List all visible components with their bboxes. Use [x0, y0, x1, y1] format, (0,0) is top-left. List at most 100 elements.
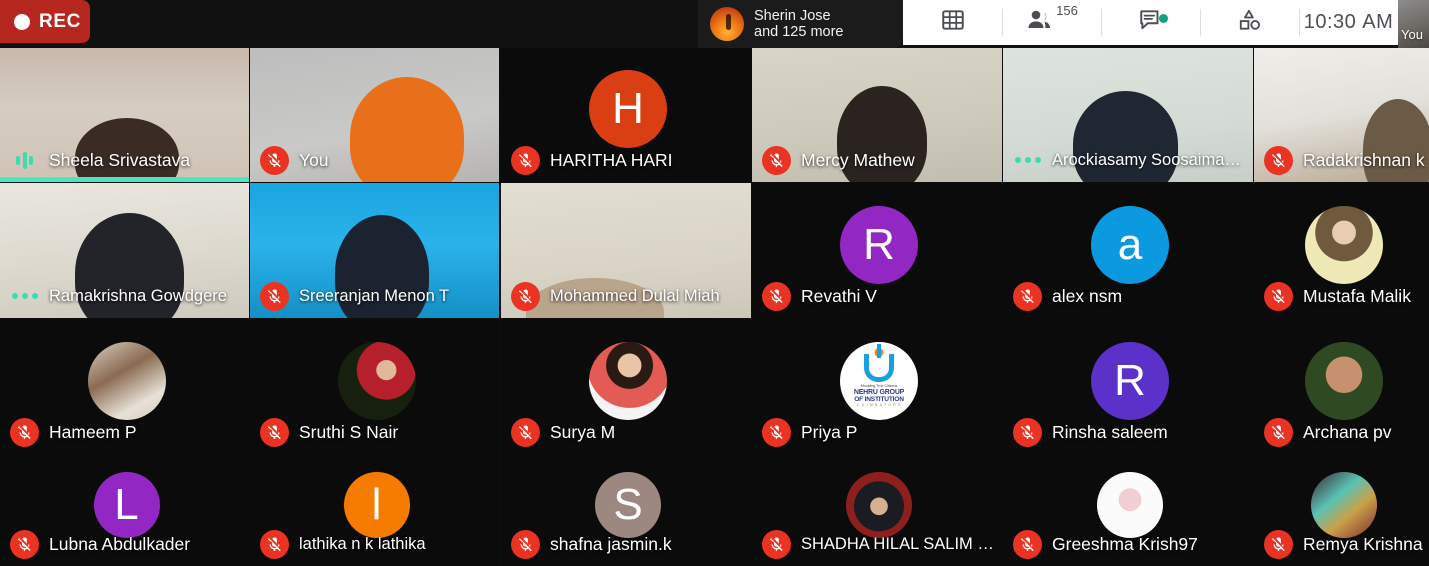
participant-avatar-photo [1304, 341, 1383, 420]
participant-video [501, 183, 751, 318]
participant-avatar-initial: S [595, 471, 661, 538]
participant-avatar-logo: Moulding True Citizens NEHRU GROUP OF INST… [840, 341, 918, 420]
participant-avatar-photo [337, 341, 416, 420]
participant-tile[interactable]: Sheela Srivastava [0, 48, 249, 182]
chat-button[interactable] [1101, 0, 1200, 45]
participant-video [0, 183, 249, 318]
participant-tile[interactable]: Radakrishnan k [1254, 48, 1429, 182]
participant-avatar-initial: R [840, 205, 918, 284]
participant-tile[interactable]: Hameem P [0, 319, 249, 454]
participant-avatar-photo [846, 471, 912, 538]
mic-muted-icon [260, 417, 289, 447]
speaking-border [0, 177, 249, 182]
participant-tile[interactable]: Mohammed Dulal Miah [501, 183, 751, 318]
participant-tile[interactable]: Mercy Mathew [752, 48, 1002, 182]
participant-video [0, 48, 249, 182]
participant-name: Rinsha saleem [1052, 421, 1168, 442]
record-dot-icon [14, 13, 30, 30]
mic-muted-icon [511, 529, 540, 559]
mic-muted-icon [762, 417, 791, 447]
participant-avatar-photo [589, 341, 667, 420]
avatar-initial-letter: a [1117, 219, 1143, 269]
avatar-initial-letter: H [612, 84, 644, 133]
participant-tile[interactable]: H HARITHA HARI [501, 48, 751, 182]
shapes-reactions-icon [1237, 7, 1263, 38]
participant-tile[interactable]: l lathika n k lathika [250, 455, 499, 566]
active-speaker-chip[interactable]: Sherin Jose and 125 more [698, 0, 903, 48]
participant-name: HARITHA HARI [550, 149, 673, 170]
participant-tile[interactable]: Moulding True Citizens NEHRU GROUP OF INST… [752, 319, 1002, 454]
recording-label: REC [39, 10, 81, 32]
chat-icon [1138, 7, 1168, 38]
participants-button[interactable]: 156 [1002, 0, 1101, 45]
participant-avatar-initial: H [589, 70, 667, 148]
participant-name: Hameem P [49, 421, 137, 442]
participant-video [250, 48, 499, 182]
participant-avatar-initial: a [1091, 205, 1169, 284]
mic-muted-icon [1264, 281, 1293, 311]
mic-muted-icon [1264, 417, 1293, 447]
participant-tile[interactable]: R Revathi V [752, 183, 1002, 318]
participant-tile[interactable]: Mustafa Malik [1254, 183, 1429, 318]
participant-tile[interactable]: Arockiasamy Soosaima… [1003, 48, 1253, 182]
video-subject [334, 215, 430, 318]
reactions-button[interactable] [1200, 0, 1299, 45]
active-speaker-name: Sherin Jose [754, 7, 831, 24]
mic-muted-icon [1013, 529, 1042, 559]
participant-name: Priya P [801, 421, 858, 442]
mic-muted-icon [762, 281, 791, 311]
avatar-initial-letter: S [613, 479, 643, 529]
avatar-initial-letter: L [114, 479, 139, 529]
participant-count: 156 [1056, 3, 1078, 18]
mic-muted-icon [762, 529, 791, 559]
participant-tile[interactable]: You [250, 48, 499, 182]
video-subject [74, 212, 185, 318]
participant-video [1003, 48, 1253, 182]
meeting-window: REC Sherin Jose and 125 more 156 10:30 A… [0, 0, 1429, 566]
participant-tile[interactable]: SHADHA HILAL SALIM … [752, 455, 1002, 566]
video-subject [74, 117, 180, 182]
participant-name: lathika n k lathika [299, 534, 426, 553]
avatar-initial-letter: R [863, 219, 895, 269]
participant-grid: Sheela Srivastava You H HARITHA HARI Mercy M… [0, 48, 1429, 566]
mic-muted-icon [1013, 281, 1042, 311]
participant-tile[interactable]: Sreeranjan Menon T [250, 183, 499, 318]
top-toolbar: REC Sherin Jose and 125 more 156 10:30 A… [0, 0, 1429, 48]
nehru-group-logo: Moulding True Citizens NEHRU GROUP OF INST… [840, 341, 918, 420]
participant-avatar-photo [87, 341, 166, 420]
video-subject [837, 85, 927, 182]
toolbar-actions: 156 10:30 AM [903, 0, 1398, 45]
participant-tile[interactable]: Remya Krishna [1254, 455, 1429, 566]
participant-tile[interactable]: Greeshma Krish97 [1003, 455, 1253, 566]
participant-tile[interactable]: Sshafna jasmin.k [501, 455, 751, 566]
participant-name: Sruthi S Nair [299, 421, 399, 442]
participant-name: Surya M [550, 421, 616, 442]
participant-avatar-initial: l [343, 471, 410, 538]
participant-tile[interactable]: R Rinsha saleem [1003, 319, 1253, 454]
participant-tile[interactable]: Surya M [501, 319, 751, 454]
participant-name: alex nsm [1052, 285, 1123, 306]
recording-indicator[interactable]: REC [0, 0, 90, 43]
clock-meridiem: AM [1362, 11, 1394, 33]
participant-video [250, 183, 499, 318]
participant-tile[interactable]: a alex nsm [1003, 183, 1253, 318]
mic-muted-icon [1013, 417, 1042, 447]
mic-muted-icon [10, 417, 39, 447]
participant-avatar-initial: L [93, 471, 160, 538]
participant-tile[interactable]: Ramakrishna Gowdgere [0, 183, 249, 318]
participant-name: SHADHA HILAL SALIM … [801, 534, 994, 553]
participant-tile[interactable]: Archana pv [1254, 319, 1429, 454]
layout-button[interactable] [903, 0, 1002, 45]
participant-name: Revathi V [801, 285, 877, 306]
participant-tile[interactable]: Sruthi S Nair [250, 319, 499, 454]
self-view-thumbnail[interactable]: You [1398, 0, 1429, 48]
participant-avatar-photo [1304, 205, 1383, 284]
avatar-initial-letter: R [1114, 355, 1146, 405]
active-speaker-avatar [710, 7, 744, 41]
mic-muted-icon [511, 145, 540, 175]
participant-avatar-photo [1310, 471, 1377, 538]
participant-video [1254, 48, 1429, 182]
self-view-label: You [1401, 27, 1423, 42]
mic-muted-icon [260, 529, 289, 559]
participant-tile[interactable]: L Lubna Abdulkader [0, 455, 249, 566]
